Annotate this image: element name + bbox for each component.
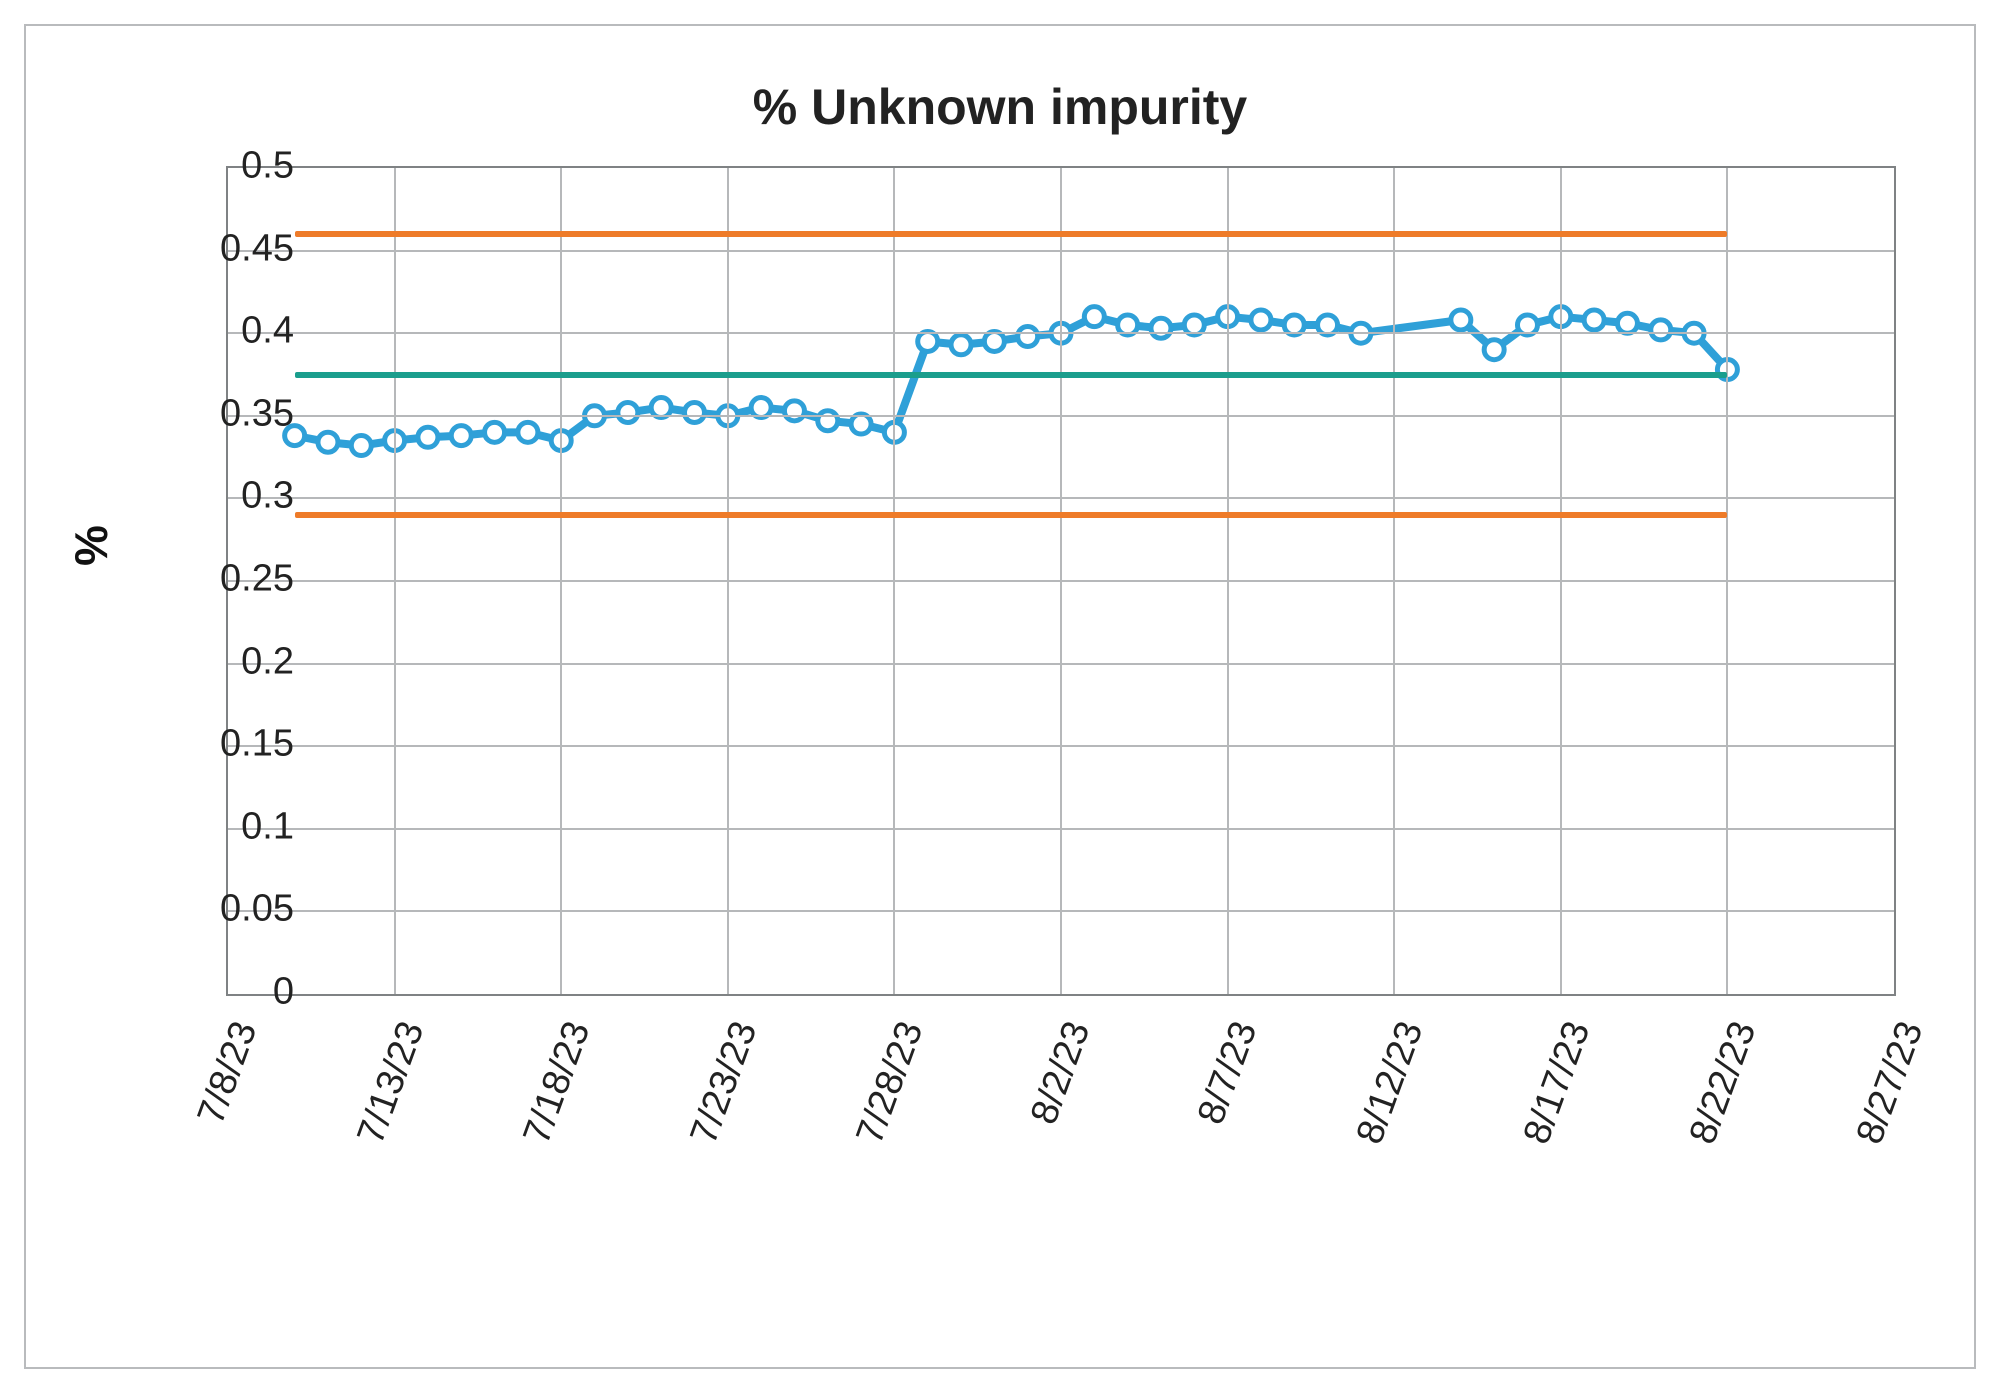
y-tick-label: 0.5 — [144, 145, 294, 188]
y-tick-label: 0.2 — [144, 640, 294, 683]
x-tick-label: 7/13/23 — [349, 1016, 433, 1150]
gridline-v — [727, 168, 729, 994]
y-tick-label: 0.25 — [144, 558, 294, 601]
data-point — [1251, 310, 1271, 330]
data-point — [851, 414, 871, 434]
x-tick-label: 8/27/23 — [1849, 1016, 1933, 1150]
data-point — [1617, 313, 1637, 333]
y-tick-label: 0.45 — [144, 227, 294, 270]
gridline-v — [1393, 168, 1395, 994]
gridline-v — [394, 168, 396, 994]
data-point — [918, 331, 938, 351]
x-tick-label: 8/12/23 — [1349, 1016, 1433, 1150]
data-point — [351, 436, 371, 456]
y-tick-label: 0.35 — [144, 392, 294, 435]
x-tick-label: 7/8/23 — [190, 1016, 267, 1130]
data-point — [418, 427, 438, 447]
y-tick-label: 0.3 — [144, 475, 294, 518]
y-tick-label: 0.4 — [144, 310, 294, 353]
y-tick-label: 0 — [144, 971, 294, 1014]
data-point — [1584, 310, 1604, 330]
x-tick-label: 8/7/23 — [1189, 1016, 1266, 1130]
x-tick-label: 7/23/23 — [682, 1016, 766, 1150]
x-tick-label: 7/18/23 — [516, 1016, 600, 1150]
data-point — [1018, 327, 1038, 347]
plot-area — [226, 166, 1896, 996]
gridline-v — [560, 168, 562, 994]
data-point — [451, 426, 471, 446]
data-point — [1084, 307, 1104, 327]
y-tick-label: 0.15 — [144, 723, 294, 766]
gridline-v — [1560, 168, 1562, 994]
x-tick-label: 7/28/23 — [849, 1016, 933, 1150]
y-tick-label: 0.05 — [144, 888, 294, 931]
data-point — [818, 411, 838, 431]
lower-control-line — [295, 512, 1728, 518]
x-tick-label: 8/2/23 — [1023, 1016, 1100, 1130]
data-point — [1151, 318, 1171, 338]
data-point — [984, 331, 1004, 351]
data-point — [485, 422, 505, 442]
gridline-v — [1060, 168, 1062, 994]
gridline-v — [1726, 168, 1728, 994]
data-point — [1484, 340, 1504, 360]
x-tick-label: 8/17/23 — [1515, 1016, 1599, 1150]
data-point — [518, 422, 538, 442]
data-point — [618, 402, 638, 422]
data-point — [318, 432, 338, 452]
series-line — [295, 317, 1728, 446]
chart-title: % Unknown impurity — [26, 78, 1974, 136]
x-tick-label: 8/22/23 — [1682, 1016, 1766, 1150]
data-point — [951, 335, 971, 355]
mean-line — [295, 372, 1728, 378]
gridline-v — [1227, 168, 1229, 994]
gridline-v — [893, 168, 895, 994]
data-point — [1651, 320, 1671, 340]
data-point — [784, 401, 804, 421]
upper-control-line — [295, 231, 1728, 237]
y-tick-label: 0.1 — [144, 805, 294, 848]
chart-frame: % Unknown impurity % 00.050.10.150.20.25… — [24, 24, 1976, 1369]
data-point — [1451, 310, 1471, 330]
data-point — [684, 402, 704, 422]
